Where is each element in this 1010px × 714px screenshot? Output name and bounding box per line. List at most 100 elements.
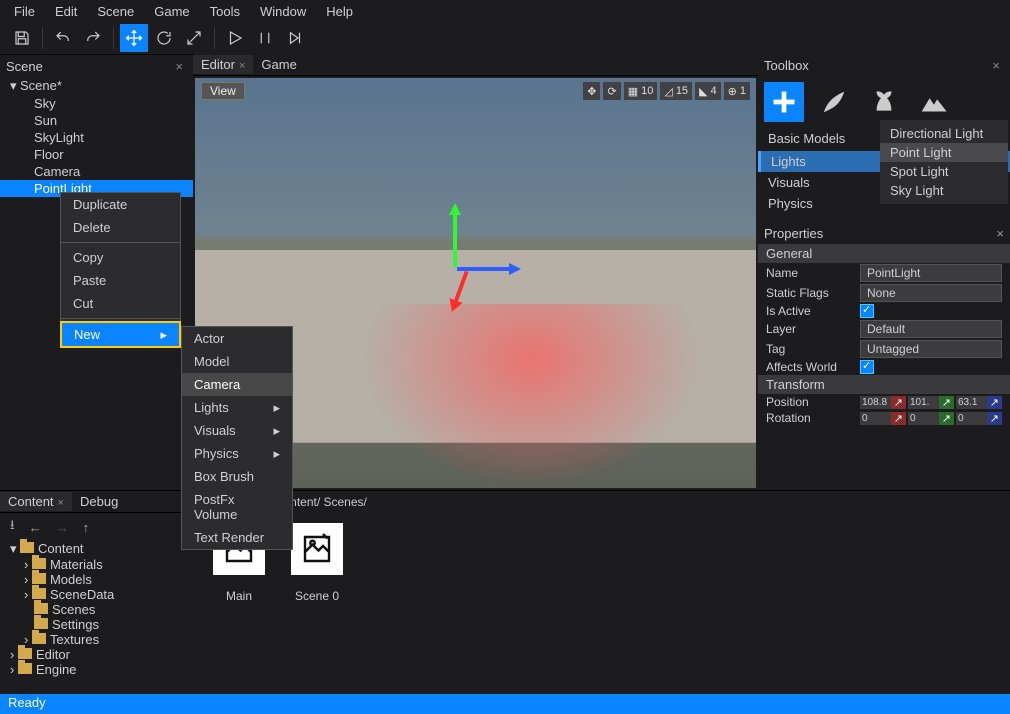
ctx-new[interactable]: New▸ bbox=[61, 322, 180, 347]
content-tab[interactable]: Content× bbox=[0, 492, 72, 511]
ctx-lights[interactable]: Lights▸ bbox=[182, 396, 292, 419]
prop-name-input[interactable]: PointLight bbox=[860, 264, 1002, 282]
folder-scenedata[interactable]: › SceneData bbox=[0, 587, 193, 602]
folder-editor[interactable]: › Editor bbox=[0, 647, 193, 662]
rotate-tool-button[interactable] bbox=[150, 24, 178, 52]
ctx-actor[interactable]: Actor bbox=[182, 327, 292, 350]
step-button[interactable] bbox=[281, 24, 309, 52]
folder-engine[interactable]: › Engine bbox=[0, 662, 193, 677]
close-tab-icon[interactable]: × bbox=[239, 60, 245, 72]
pos-y-input[interactable]: 101.↗ bbox=[908, 396, 954, 409]
vp-angle-snap[interactable]: ◿ 15 bbox=[660, 82, 692, 100]
ctx-visuals[interactable]: Visuals▸ bbox=[182, 419, 292, 442]
move-tool-button[interactable] bbox=[120, 24, 148, 52]
toolbox-add-icon[interactable] bbox=[764, 82, 804, 122]
ctx-duplicate[interactable]: Duplicate bbox=[61, 193, 180, 216]
nav-back-icon[interactable]: ← bbox=[29, 520, 42, 535]
toolbox-title: Toolbox bbox=[764, 58, 809, 73]
vp-grid-snap[interactable]: ▦ 10 bbox=[624, 82, 658, 100]
breadcrumb[interactable]: …tures Tour/ Content/ Scenes/ bbox=[193, 491, 1010, 513]
rot-z-input[interactable]: 0↗ bbox=[956, 412, 1002, 425]
group-general-header[interactable]: General bbox=[758, 244, 1010, 263]
ctx-physics[interactable]: Physics▸ bbox=[182, 442, 292, 465]
pos-z-input[interactable]: 63.1↗ bbox=[956, 396, 1002, 409]
menu-help[interactable]: Help bbox=[316, 2, 363, 21]
debug-tab[interactable]: Debug bbox=[72, 492, 126, 511]
tree-node-sun[interactable]: Sun bbox=[0, 112, 193, 129]
scale-tool-button[interactable] bbox=[180, 24, 208, 52]
undo-button[interactable] bbox=[49, 24, 77, 52]
rot-x-input[interactable]: 0↗ bbox=[860, 412, 906, 425]
ctx-delete[interactable]: Delete bbox=[61, 216, 180, 239]
prop-active-checkbox[interactable] bbox=[860, 304, 874, 318]
folder-content[interactable]: ▾Content bbox=[0, 541, 193, 557]
play-button[interactable] bbox=[221, 24, 249, 52]
group-transform-header[interactable]: Transform bbox=[758, 375, 1010, 394]
nav-forward-icon[interactable]: → bbox=[56, 520, 69, 535]
save-button[interactable] bbox=[8, 24, 36, 52]
toolbox-paint-icon[interactable] bbox=[814, 82, 854, 122]
vp-rotate-icon[interactable]: ⟳ bbox=[603, 82, 620, 100]
folder-materials[interactable]: › Materials bbox=[0, 557, 193, 572]
menu-file[interactable]: File bbox=[4, 2, 45, 21]
folder-icon bbox=[20, 542, 34, 553]
menubar: File Edit Scene Game Tools Window Help bbox=[0, 0, 1010, 22]
toolbox-terrain-icon[interactable] bbox=[914, 82, 954, 122]
ctx-postfx[interactable]: PostFx Volume bbox=[182, 488, 292, 526]
ctx-boxbrush[interactable]: Box Brush bbox=[182, 465, 292, 488]
pause-button[interactable] bbox=[251, 24, 279, 52]
separator bbox=[61, 318, 180, 319]
folder-textures[interactable]: › Textures bbox=[0, 632, 193, 647]
redo-button[interactable] bbox=[79, 24, 107, 52]
tree-node-camera[interactable]: Camera bbox=[0, 163, 193, 180]
properties-title: Properties bbox=[764, 226, 823, 241]
light-point[interactable]: Point Light bbox=[880, 143, 1008, 162]
nav-up-icon[interactable]: ↑ bbox=[83, 520, 90, 535]
toolbox-foliage-icon[interactable] bbox=[864, 82, 904, 122]
vp-camera-speed[interactable]: ⊕ 1 bbox=[724, 82, 750, 100]
ctx-textrender[interactable]: Text Render bbox=[182, 526, 292, 549]
tree-node-sky[interactable]: Sky bbox=[0, 95, 193, 112]
gizmo-y-axis[interactable] bbox=[453, 207, 457, 267]
folder-models[interactable]: › Models bbox=[0, 572, 193, 587]
menu-window[interactable]: Window bbox=[250, 2, 316, 21]
tree-node-floor[interactable]: Floor bbox=[0, 146, 193, 163]
pos-x-input[interactable]: 108.8↗ bbox=[860, 396, 906, 409]
ctx-paste[interactable]: Paste bbox=[61, 269, 180, 292]
prop-layer-dropdown[interactable]: Default bbox=[860, 320, 1002, 338]
rot-y-input[interactable]: 0↗ bbox=[908, 412, 954, 425]
prop-affects-checkbox[interactable] bbox=[860, 360, 874, 374]
separator bbox=[61, 242, 180, 243]
tree-root[interactable]: ▾Scene* bbox=[0, 77, 193, 95]
properties-close[interactable]: × bbox=[996, 226, 1004, 241]
import-icon[interactable]: ⭳ bbox=[10, 516, 15, 538]
ctx-camera[interactable]: Camera bbox=[182, 373, 292, 396]
tab-editor[interactable]: Editor× bbox=[193, 55, 253, 74]
light-directional[interactable]: Directional Light bbox=[880, 124, 1008, 143]
menu-tools[interactable]: Tools bbox=[200, 2, 250, 21]
tab-game[interactable]: Game bbox=[253, 55, 304, 74]
main-toolbar bbox=[0, 22, 1010, 54]
close-tab-icon[interactable]: × bbox=[58, 497, 64, 509]
light-spot[interactable]: Spot Light bbox=[880, 162, 1008, 181]
prop-tag-dropdown[interactable]: Untagged bbox=[860, 340, 1002, 358]
prop-static-dropdown[interactable]: None bbox=[860, 284, 1002, 302]
light-sky[interactable]: Sky Light bbox=[880, 181, 1008, 200]
toolbox-close[interactable]: × bbox=[988, 58, 1004, 73]
vp-scale-snap[interactable]: ◣ 4 bbox=[695, 82, 721, 100]
vp-move-icon[interactable]: ✥ bbox=[583, 82, 600, 100]
menu-scene[interactable]: Scene bbox=[87, 2, 144, 21]
viewport-toolbar: ✥ ⟳ ▦ 10 ◿ 15 ◣ 4 ⊕ 1 bbox=[583, 82, 750, 100]
scene-panel-close[interactable]: × bbox=[171, 59, 187, 74]
folder-scenes[interactable]: Scenes bbox=[0, 602, 193, 617]
folder-settings[interactable]: Settings bbox=[0, 617, 193, 632]
viewport-view-button[interactable]: View bbox=[201, 82, 245, 100]
ctx-model[interactable]: Model bbox=[182, 350, 292, 373]
menu-edit[interactable]: Edit bbox=[45, 2, 87, 21]
tree-node-skylight[interactable]: SkyLight bbox=[0, 129, 193, 146]
ctx-cut[interactable]: Cut bbox=[61, 292, 180, 315]
ctx-copy[interactable]: Copy bbox=[61, 246, 180, 269]
asset-scene0[interactable]: Scene 0 bbox=[291, 523, 343, 603]
menu-game[interactable]: Game bbox=[144, 2, 199, 21]
gizmo-x-axis[interactable] bbox=[457, 267, 517, 271]
